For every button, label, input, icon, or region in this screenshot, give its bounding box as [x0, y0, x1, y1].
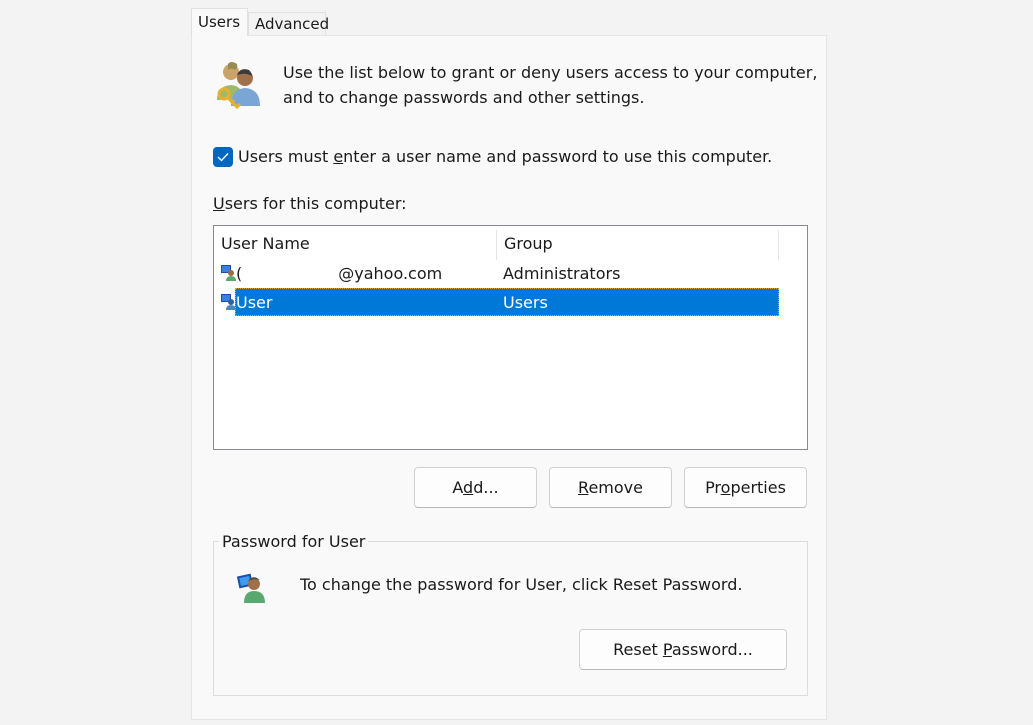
cell-group: Users	[503, 293, 548, 312]
tab-advanced[interactable]: Advanced	[248, 12, 329, 36]
users-key-icon	[212, 58, 264, 110]
table-row-selected[interactable]: User Users	[214, 288, 779, 317]
remove-button[interactable]: Remove	[549, 467, 672, 508]
intro-line-2: and to change passwords and other settin…	[283, 88, 645, 107]
label-part: assword...	[671, 640, 753, 659]
cell-group: Administrators	[503, 264, 621, 283]
password-help-text: To change the password for User, click R…	[300, 575, 743, 594]
properties-button[interactable]: Properties	[684, 467, 807, 508]
column-header-group[interactable]: Group	[497, 230, 779, 260]
email-suffix: @yahoo.com	[338, 264, 443, 283]
label-part: Pr	[705, 478, 721, 497]
label-part: sers for this computer:	[224, 194, 407, 213]
label-part: A	[452, 478, 464, 497]
label-part: Reset	[613, 640, 663, 659]
label-accel: e	[333, 147, 344, 166]
column-header-user-name[interactable]: User Name	[214, 230, 497, 260]
label-part: perties	[730, 478, 786, 497]
reset-password-button[interactable]: Reset Password...	[579, 629, 787, 670]
tab-users[interactable]: Users	[191, 8, 248, 36]
redacted-region	[242, 265, 338, 285]
add-button[interactable]: Add...	[414, 467, 537, 508]
listview-header: User Name Group	[214, 226, 807, 260]
checkmark-icon	[217, 153, 229, 162]
password-groupbox	[213, 541, 808, 696]
label-part: emove	[588, 478, 643, 497]
intro-text: Use the list below to grant or deny user…	[283, 60, 823, 110]
label-accel: d	[463, 478, 474, 497]
label-accel: U	[213, 194, 225, 213]
label-part: nter a user name and password to use thi…	[343, 147, 773, 166]
label-accel: R	[578, 478, 589, 497]
label-part: d...	[473, 478, 499, 497]
users-listview[interactable]: User Name Group (@yahoo.com Administrato…	[213, 225, 808, 450]
users-list-label: Users for this computer:	[213, 193, 407, 215]
require-login-checkbox[interactable]	[213, 147, 233, 167]
require-login-label[interactable]: Users must enter a user name and passwor…	[238, 146, 772, 168]
table-row[interactable]: (@yahoo.com Administrators	[214, 259, 779, 288]
user-computer-icon	[236, 572, 268, 604]
password-groupbox-title: Password for User	[219, 531, 369, 553]
label-part: Users must	[238, 147, 334, 166]
label-accel: o	[720, 478, 731, 497]
intro-line-1: Use the list below to grant or deny user…	[283, 63, 818, 82]
cell-user-name: (@yahoo.com	[236, 259, 442, 288]
cell-user-name: User	[236, 293, 273, 312]
label-accel: P	[662, 640, 672, 659]
